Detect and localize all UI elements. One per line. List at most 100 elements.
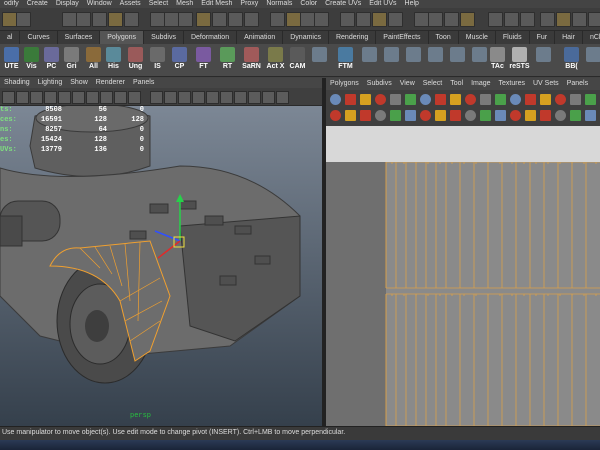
uv-tool-icon[interactable] — [480, 110, 491, 121]
shelf-button-unlabeled[interactable] — [310, 46, 329, 75]
shelf-tab-1[interactable]: Curves — [20, 31, 58, 44]
status-tool-icon[interactable] — [92, 12, 107, 27]
uv-tool-icon[interactable] — [480, 94, 491, 105]
viewport-menu-3[interactable]: Renderer — [92, 78, 129, 88]
shelf-button-unlabeled[interactable] — [534, 46, 553, 75]
viewport-tool-icon[interactable] — [2, 91, 15, 104]
uv-menu-8[interactable]: Panels — [563, 78, 592, 90]
status-tool-icon[interactable] — [178, 12, 193, 27]
shelf-tab-8[interactable]: Rendering — [329, 31, 377, 44]
status-tool-icon[interactable] — [504, 12, 519, 27]
status-tool-icon[interactable] — [556, 12, 571, 27]
uv-tool-icon[interactable] — [435, 110, 446, 121]
shelf-tab-14[interactable]: Hair — [555, 31, 583, 44]
status-tool-icon[interactable] — [228, 12, 243, 27]
uv-tool-icon[interactable] — [525, 94, 536, 105]
uv-tool-icon[interactable] — [465, 110, 476, 121]
viewport-tool-icon[interactable] — [58, 91, 71, 104]
menu-item-9[interactable]: Normals — [262, 0, 296, 8]
status-tool-icon[interactable] — [340, 12, 355, 27]
uv-menu-0[interactable]: Polygons — [326, 78, 363, 90]
menu-item-7[interactable]: Edit Mesh — [197, 0, 236, 8]
status-tool-icon[interactable] — [388, 12, 403, 27]
uv-tool-icon[interactable] — [555, 110, 566, 121]
uv-tool-icon[interactable] — [345, 94, 356, 105]
viewport-tool-icon[interactable] — [248, 91, 261, 104]
shelf-button-11[interactable]: SaRN — [242, 46, 261, 75]
menu-item-13[interactable]: Help — [401, 0, 423, 8]
uv-menu-2[interactable]: View — [396, 78, 419, 90]
shelf-button-9[interactable]: FT — [194, 46, 213, 75]
menu-item-5[interactable]: Select — [145, 0, 172, 8]
shelf-button-3[interactable]: Gri — [62, 46, 81, 75]
uv-tool-icon[interactable] — [495, 94, 506, 105]
status-tool-icon[interactable] — [124, 12, 139, 27]
uv-menu-1[interactable]: Subdivs — [363, 78, 396, 90]
uv-tool-icon[interactable] — [510, 110, 521, 121]
status-tool-icon[interactable] — [372, 12, 387, 27]
status-tool-icon[interactable] — [488, 12, 503, 27]
uv-tool-icon[interactable] — [375, 110, 386, 121]
uv-tool-icon[interactable] — [585, 110, 596, 121]
shelf-button-5[interactable]: His — [104, 46, 123, 75]
status-tool-icon[interactable] — [270, 12, 285, 27]
shelf-tab-15[interactable]: nCl — [583, 31, 600, 44]
status-tool-icon[interactable] — [212, 12, 227, 27]
shelf-tab-7[interactable]: Dynamics — [283, 31, 329, 44]
shelf-button-10[interactable]: RT — [218, 46, 237, 75]
shelf-tab-0[interactable]: al — [0, 31, 21, 44]
uv-tool-icon[interactable] — [540, 110, 551, 121]
status-tool-icon[interactable] — [540, 12, 555, 27]
shelf-button-unlabeled[interactable] — [470, 46, 489, 75]
shelf-button-12[interactable]: Act X — [266, 46, 285, 75]
shelf-tab-11[interactable]: Muscle — [459, 31, 496, 44]
shelf-button-15[interactable]: TAc — [488, 46, 507, 75]
shelf-button-16[interactable]: reSTS — [509, 46, 530, 75]
shelf-tab-9[interactable]: PaintEffects — [376, 31, 429, 44]
viewport-menu-1[interactable]: Lighting — [34, 78, 67, 88]
shelf-button-1[interactable]: Vis — [22, 46, 41, 75]
shelf-tab-12[interactable]: Fluids — [496, 31, 530, 44]
shelf-button-unlabeled[interactable] — [584, 46, 600, 75]
shelf-button-17[interactable]: BB( — [562, 46, 581, 75]
menu-item-0[interactable]: odify — [0, 0, 23, 8]
viewport-tool-icon[interactable] — [262, 91, 275, 104]
uv-tool-icon[interactable] — [450, 94, 461, 105]
viewport-tool-icon[interactable] — [72, 91, 85, 104]
uv-tool-icon[interactable] — [390, 94, 401, 105]
uv-tool-icon[interactable] — [420, 110, 431, 121]
shelf-tab-2[interactable]: Surfaces — [58, 31, 101, 44]
status-tool-icon[interactable] — [16, 12, 31, 27]
viewport-menu-2[interactable]: Show — [66, 78, 92, 88]
menu-item-12[interactable]: Edit UVs — [365, 0, 400, 8]
shelf-button-6[interactable]: Ung — [126, 46, 145, 75]
viewport-tool-icon[interactable] — [234, 91, 247, 104]
status-tool-icon[interactable] — [150, 12, 165, 27]
shelf-tab-4[interactable]: Subdivs — [144, 31, 184, 44]
uv-tool-icon[interactable] — [330, 110, 341, 121]
viewport-tool-icon[interactable] — [220, 91, 233, 104]
tank-model[interactable] — [0, 106, 322, 426]
viewport-tool-icon[interactable] — [192, 91, 205, 104]
menu-item-1[interactable]: Create — [23, 0, 52, 8]
shelf-button-2[interactable]: PC — [42, 46, 61, 75]
uv-tool-icon[interactable] — [450, 110, 461, 121]
menu-item-3[interactable]: Window — [83, 0, 116, 8]
status-tool-icon[interactable] — [76, 12, 91, 27]
viewport-tool-icon[interactable] — [114, 91, 127, 104]
viewport-tool-icon[interactable] — [16, 91, 29, 104]
shelf-button-0[interactable]: UTE — [2, 46, 21, 75]
menu-item-8[interactable]: Proxy — [236, 0, 262, 8]
status-tool-icon[interactable] — [460, 12, 475, 27]
shelf-tab-13[interactable]: Fur — [530, 31, 556, 44]
status-tool-icon[interactable] — [444, 12, 459, 27]
status-tool-icon[interactable] — [108, 12, 123, 27]
viewport-menu-4[interactable]: Panels — [129, 78, 158, 88]
status-tool-icon[interactable] — [244, 12, 259, 27]
uv-tool-icon[interactable] — [465, 94, 476, 105]
status-tool-icon[interactable] — [196, 12, 211, 27]
shelf-button-unlabeled[interactable] — [426, 46, 445, 75]
uv-tool-icon[interactable] — [540, 94, 551, 105]
uv-menu-7[interactable]: UV Sets — [529, 78, 563, 90]
uv-tool-icon[interactable] — [495, 110, 506, 121]
